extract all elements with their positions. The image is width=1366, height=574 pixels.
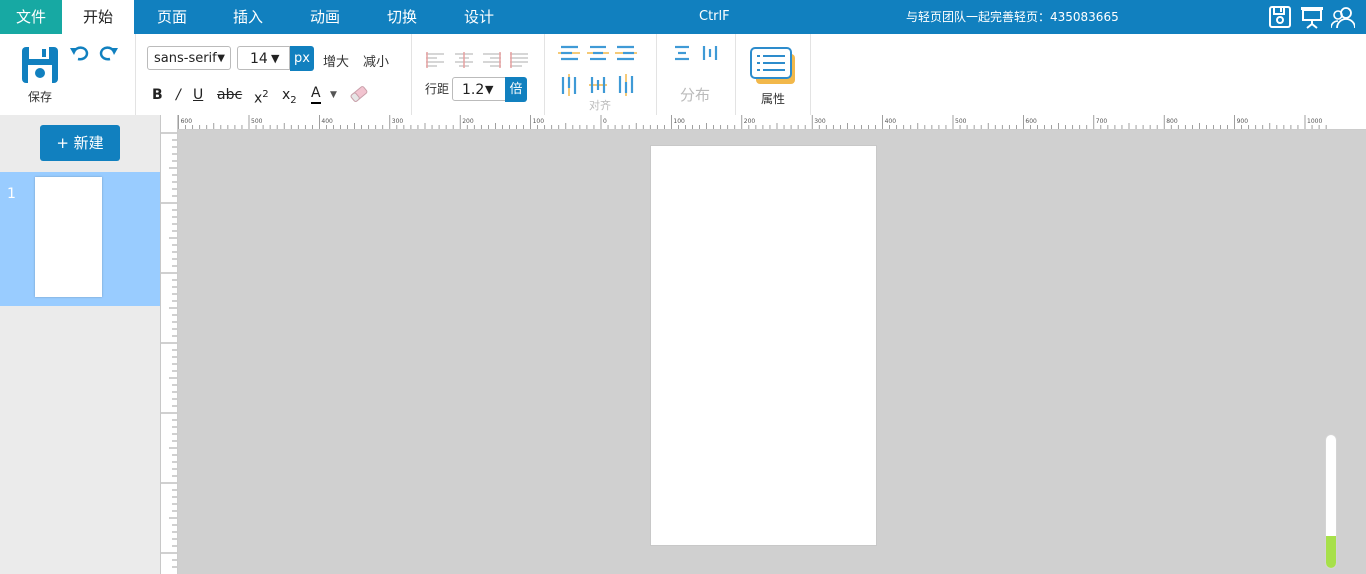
menu-design[interactable]: 设计 — [464, 0, 494, 34]
underline-button[interactable]: U — [193, 85, 203, 105]
dropdown-icon: ▼ — [271, 52, 280, 65]
align-group-label: 对齐 — [589, 99, 611, 112]
save-label: 保存 — [28, 90, 53, 104]
ruler-label: 400 — [885, 118, 897, 125]
align-right-icon[interactable] — [483, 52, 501, 68]
properties-label[interactable]: 属性 — [761, 90, 785, 107]
save-icon[interactable] — [1268, 5, 1292, 29]
ruler-label: 800 — [1166, 118, 1178, 125]
decrease-font-button[interactable]: 减小 — [363, 51, 389, 70]
line-height-value: 1.2 — [462, 82, 485, 98]
ruler-label: 200 — [744, 118, 756, 125]
properties-icon[interactable] — [750, 46, 796, 86]
divider — [544, 34, 545, 115]
distribute-vertical-icon[interactable] — [701, 44, 719, 62]
zoom-slider[interactable] — [1325, 434, 1337, 569]
ruler-label: 1000 — [1307, 118, 1322, 125]
menu-page[interactable]: 页面 — [157, 0, 187, 34]
object-align-center-icon[interactable] — [587, 44, 609, 62]
ruler-label: 500 — [251, 118, 263, 125]
increase-font-button[interactable]: 增大 — [323, 51, 349, 70]
align-left-icon[interactable] — [426, 52, 444, 68]
line-height-select[interactable]: 1.2 ▼ — [452, 77, 506, 101]
distribute-horizontal-icon[interactable] — [673, 44, 691, 62]
superscript-button[interactable]: x2 — [254, 85, 269, 107]
ruler-label: 100 — [533, 118, 545, 125]
users-icon[interactable] — [1331, 5, 1355, 29]
ruler-label: 900 — [1237, 118, 1249, 125]
object-align-left-icon[interactable] — [558, 44, 580, 62]
eraser-icon[interactable] — [349, 85, 369, 103]
ruler-label: 0 — [603, 118, 607, 125]
menu-insert[interactable]: 插入 — [233, 0, 263, 34]
ruler-label: 100 — [673, 118, 685, 125]
slide-thumbnail[interactable] — [35, 177, 102, 297]
italic-button[interactable]: / — [176, 85, 181, 105]
menu-switch[interactable]: 切换 — [387, 0, 417, 34]
object-align-bottom-icon[interactable] — [617, 74, 635, 96]
save-icon[interactable] — [20, 45, 60, 85]
dropdown-icon: ▼ — [217, 53, 225, 64]
ruler-label: 200 — [462, 118, 474, 125]
divider — [411, 34, 412, 115]
team-text: 与轻页团队一起完善轻页：435083665 — [906, 10, 1119, 24]
zoom-slider-fill — [1326, 536, 1336, 568]
ruler-label: 500 — [955, 118, 967, 125]
dropdown-icon: ▼ — [485, 83, 494, 96]
menu-start[interactable]: 开始 — [62, 0, 134, 34]
menu-file[interactable]: 文件 — [0, 0, 62, 34]
presentation-icon[interactable] — [1300, 5, 1324, 29]
distribute-group-label: 分布 — [680, 86, 711, 104]
horizontal-ruler: 600 500 400 300 200 100 0 100 200 300 400 500 600 700… — [161, 115, 1366, 130]
ruler-label: 400 — [321, 118, 333, 125]
ruler-label: 300 — [392, 118, 404, 125]
subscript-button[interactable]: x2 — [282, 85, 297, 106]
slide-number: 1 — [7, 186, 16, 202]
vertical-ruler — [161, 115, 178, 574]
redo-icon[interactable] — [98, 44, 118, 62]
line-height-label: 行距 — [425, 82, 450, 96]
new-slide-button[interactable]: + 新建 — [40, 125, 120, 161]
document-title: CtrlF — [699, 9, 730, 24]
font-family-select[interactable]: sans-serif ▼ — [147, 46, 231, 70]
strikethrough-button[interactable]: abc — [217, 85, 242, 105]
object-align-middle-icon[interactable] — [589, 74, 607, 96]
superscript-exponent: 2 — [262, 89, 269, 100]
bold-button[interactable]: B — [152, 85, 163, 105]
font-family-value: sans-serif — [154, 51, 217, 66]
object-align-top-icon[interactable] — [560, 74, 578, 96]
ruler-label: 300 — [814, 118, 826, 125]
ribbon-toolbar: 保存 sans-serif ▼ 14 ▼ px 增大 减小 B / U abc … — [0, 34, 1366, 116]
ruler-label: 600 — [1025, 118, 1037, 125]
divider — [810, 34, 811, 115]
font-size-value: 14 — [250, 51, 268, 67]
object-align-right-icon[interactable] — [615, 44, 637, 62]
line-height-unit-button[interactable]: 倍 — [505, 77, 527, 102]
font-color-button[interactable]: A — [311, 85, 321, 104]
top-menu-bar: 文件 开始 页面 插入 动画 切换 设计 CtrlF 与轻页团队一起完善轻页：4… — [0, 0, 1366, 34]
ruler-label: 600 — [181, 118, 193, 125]
undo-icon[interactable] — [70, 44, 90, 62]
divider — [656, 34, 657, 115]
unit-button[interactable]: px — [290, 46, 314, 71]
font-color-dropdown-icon[interactable]: ▼ — [330, 85, 337, 105]
divider — [135, 34, 136, 115]
align-justify-icon[interactable] — [510, 52, 528, 68]
slide-thumbnail-row[interactable]: 1 — [0, 172, 160, 306]
slide-sidebar: + 新建 1 — [0, 115, 161, 574]
ruler-label: 700 — [1096, 118, 1108, 125]
align-center-icon[interactable] — [455, 52, 473, 68]
divider — [735, 34, 736, 115]
font-size-select[interactable]: 14 ▼ — [237, 46, 290, 70]
menu-animation[interactable]: 动画 — [310, 0, 340, 34]
subscript-exponent: 2 — [290, 94, 297, 106]
slide-canvas[interactable] — [650, 145, 877, 546]
